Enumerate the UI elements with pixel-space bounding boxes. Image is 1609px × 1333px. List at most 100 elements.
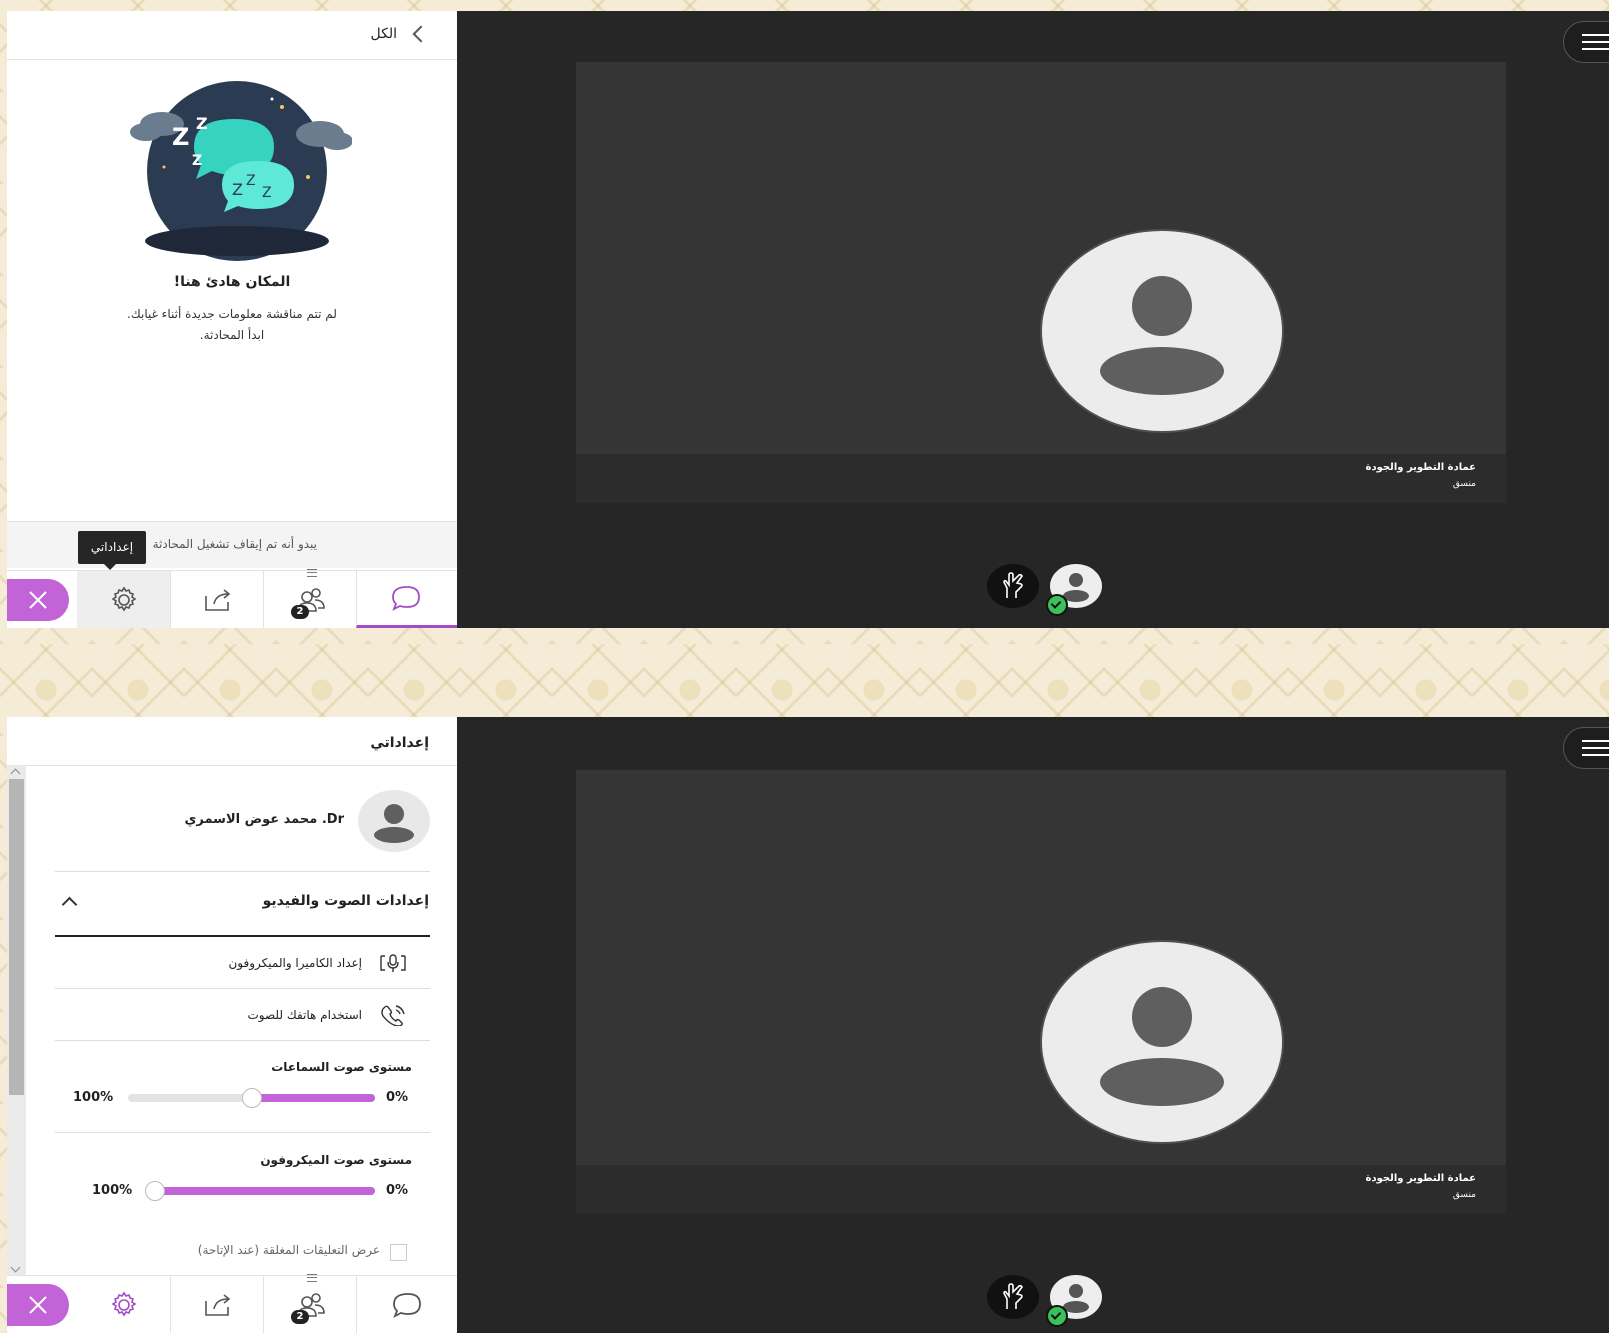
attendees-tab[interactable]: [263, 571, 357, 628]
mic-volume-fill: [155, 1187, 375, 1195]
empty-state-description: لم تتم مناقشة معلومات جديدة أثناء غيابك.…: [7, 304, 457, 346]
close-panel-button[interactable]: [7, 1276, 69, 1333]
svg-text:Z: Z: [196, 114, 208, 133]
collaborate-screen-chat: الكل Z Z Z Z Z Z المكان هادئ هنا! لم تتم…: [7, 11, 1609, 628]
chat-tab[interactable]: [356, 1276, 457, 1333]
divider: [55, 988, 430, 989]
back-to-all-label[interactable]: الكل: [371, 26, 398, 42]
settings-title: إعداداتي: [370, 735, 429, 751]
presenter-role: منسق: [1452, 479, 1476, 489]
speaker-volume-thumb[interactable]: [241, 1088, 262, 1108]
raise-hand-button[interactable]: [987, 1275, 1039, 1319]
scroll-up-icon[interactable]: [10, 768, 21, 779]
collaborate-screen-settings: إعداداتي Dr. محمد عوض الاسمري إعدادات ال…: [7, 717, 1609, 1333]
hamburger-line: [1582, 754, 1609, 756]
camera-mic-setup-link[interactable]: إعداد الكاميرا والميكروفون: [228, 956, 362, 970]
share-content-tab[interactable]: [170, 571, 264, 628]
close-panel-button[interactable]: [7, 571, 69, 628]
mic-max-label: 100%: [92, 1183, 133, 1198]
phone-audio-link[interactable]: استخدام هاتفك للصوت: [248, 1008, 363, 1022]
captions-label: عرض التعليقات المغلقة (عند الإتاحة): [197, 1243, 380, 1257]
mic-volume-label: مستوى صوت الميكروفون: [260, 1153, 412, 1167]
svg-text:Z: Z: [172, 123, 189, 151]
chat-icon: [392, 586, 420, 611]
user-avatar-icon: [1100, 987, 1224, 1106]
settings-panel: إعداداتي Dr. محمد عوض الاسمري إعدادات ال…: [7, 717, 457, 1333]
gear-icon: [111, 1291, 136, 1316]
close-icon: [29, 590, 47, 609]
speaker-volume-fill: [251, 1094, 375, 1102]
settings-tab[interactable]: [77, 1276, 170, 1333]
chat-disabled-text: يبدو أنه تم إيقاف تشغيل المحادثة: [152, 537, 317, 551]
panel-toolbar: 2: [7, 569, 457, 628]
speaker-min-label: 0%: [386, 1090, 409, 1105]
presenter-video-tile: [576, 62, 1506, 454]
chevron-up-icon[interactable]: [61, 896, 78, 913]
empty-state-line-2: ابدأ المحادثة.: [199, 328, 265, 342]
raise-hand-icon: [1003, 1283, 1023, 1309]
mic-volume-slider[interactable]: [155, 1187, 375, 1195]
chat-tab[interactable]: [356, 571, 457, 628]
share-content-tab[interactable]: [170, 1276, 264, 1333]
raise-hand-button[interactable]: [987, 564, 1039, 608]
captions-checkbox[interactable]: [390, 1244, 407, 1261]
chevron-left-icon[interactable]: [412, 25, 430, 43]
chat-panel-header: الكل: [7, 11, 457, 60]
presenter-avatar: [1040, 229, 1284, 433]
svg-text:Z: Z: [232, 180, 243, 199]
video-stage: عمادة التطوير والجودة منسق: [457, 717, 1609, 1333]
svg-text:Z: Z: [192, 153, 202, 169]
attendees-tab[interactable]: [263, 1276, 357, 1333]
settings-tab[interactable]: [77, 571, 170, 628]
profile-avatar[interactable]: [358, 790, 430, 852]
attendees-count-badge: 2: [291, 1310, 309, 1324]
av-settings-title[interactable]: إعدادات الصوت والفيديو: [263, 893, 429, 909]
presenter-caption: عمادة التطوير والجودة منسق: [576, 1165, 1506, 1214]
panel-scrollbar[interactable]: [7, 765, 26, 1276]
session-menu-button[interactable]: [1563, 21, 1609, 63]
chat-icon: [392, 1292, 421, 1318]
divider: [55, 1040, 430, 1041]
hamburger-line: [1582, 48, 1609, 50]
presenter-role: منسق: [1452, 1190, 1476, 1200]
presenter-name: عمادة التطوير والجودة: [1365, 1173, 1476, 1184]
presenter-video-tile: [576, 770, 1506, 1165]
chat-status-bar: يبدو أنه تم إيقاف تشغيل المحادثة: [7, 521, 457, 568]
session-menu-button[interactable]: [1563, 727, 1609, 769]
section-divider: [55, 935, 430, 937]
presenter-name: عمادة التطوير والجودة: [1365, 462, 1476, 473]
scroll-down-icon[interactable]: [10, 1262, 21, 1273]
gear-icon: [111, 586, 136, 611]
hamburger-line: [1582, 41, 1609, 43]
share-icon: [204, 1293, 230, 1316]
empty-state-line-1: لم تتم مناقشة معلومات جديدة أثناء غيابك.: [127, 307, 337, 321]
divider: [55, 1132, 430, 1133]
camera-mic-icon: [380, 954, 406, 972]
hamburger-menu-icon: [1582, 34, 1609, 36]
raise-hand-icon: [1003, 572, 1023, 598]
settings-panel-header: إعداداتي: [7, 717, 457, 766]
presenter-avatar: [1040, 940, 1284, 1144]
mic-min-label: 0%: [386, 1183, 409, 1198]
presenter-caption: عمادة التطوير والجودة منسق: [576, 454, 1506, 503]
divider: [55, 871, 430, 872]
speaker-volume-label: مستوى صوت السماعات: [271, 1060, 412, 1074]
status-check-icon: [1046, 1305, 1068, 1327]
profile-name: Dr. محمد عوض الاسمري: [184, 812, 344, 827]
empty-state-title: المكان هادئ هنا!: [173, 274, 291, 290]
mic-volume-thumb[interactable]: [145, 1181, 165, 1201]
chat-panel: الكل Z Z Z Z Z Z المكان هادئ هنا! لم تتم…: [7, 11, 457, 628]
hamburger-menu-icon: [1582, 740, 1609, 742]
phone-icon: [381, 1005, 405, 1026]
sleeping-chat-illustration: Z Z Z Z Z Z: [130, 81, 352, 261]
scroll-thumb[interactable]: [9, 779, 24, 1095]
settings-tooltip: إعداداتي: [78, 531, 146, 570]
svg-text:Z: Z: [246, 173, 256, 189]
video-stage: عمادة التطوير والجودة منسق: [457, 11, 1609, 628]
panel-toolbar: 2: [7, 1274, 457, 1333]
attendees-count-badge: 2: [291, 605, 309, 619]
svg-text:Z: Z: [262, 185, 272, 201]
share-icon: [204, 588, 230, 611]
hamburger-line: [1582, 747, 1609, 749]
speaker-max-label: 100%: [73, 1090, 114, 1105]
